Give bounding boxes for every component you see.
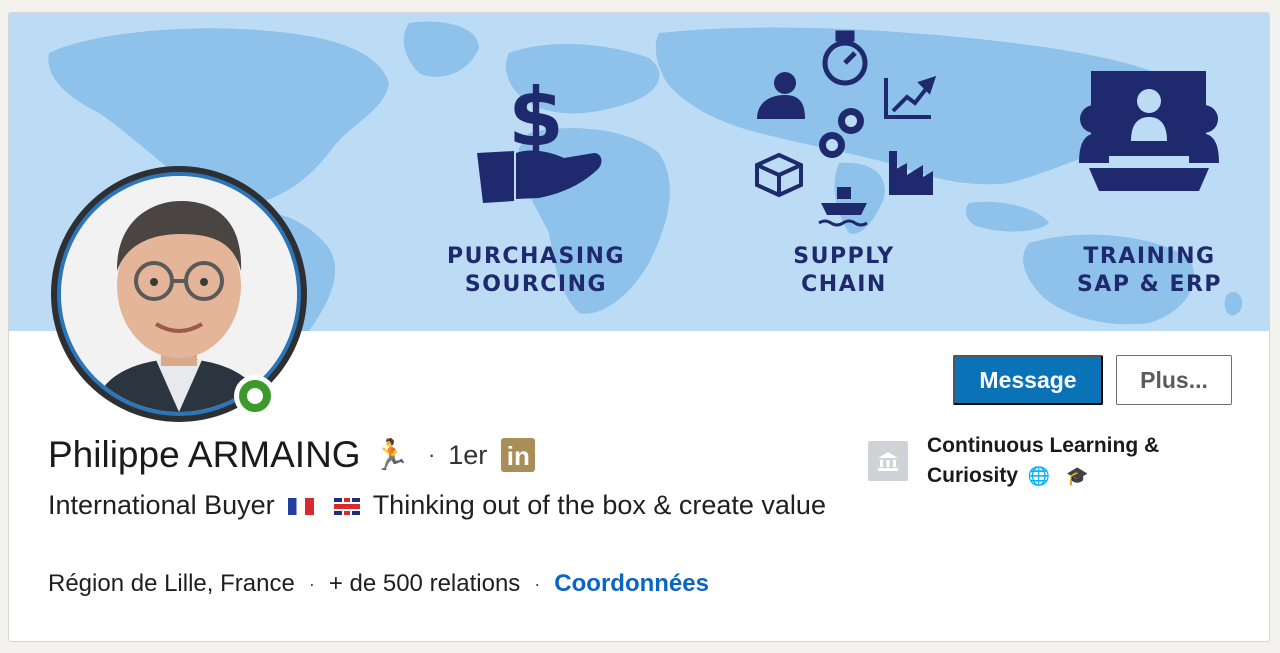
separator-dot: · <box>308 573 315 594</box>
headline-part2: Thinking out of the box & create value <box>372 490 826 520</box>
contact-info-link[interactable]: Coordonnées <box>554 570 709 598</box>
banner-label-line: PURCHASING <box>446 244 625 269</box>
banner-label-supply-chain: SUPPLY CHAIN <box>769 243 919 299</box>
connection-degree: 1er <box>448 439 488 470</box>
message-button[interactable]: Message <box>953 355 1103 405</box>
svg-text:$: $ <box>508 71 564 164</box>
runner-emoji-icon: 🏃 <box>372 438 410 472</box>
globe-icon: 🌐 <box>1027 466 1051 486</box>
banner-label-line: SOURCING <box>464 272 608 297</box>
connections-count[interactable]: + de 500 relations <box>329 570 520 598</box>
meeting-training-icon <box>1079 71 1219 191</box>
banner-label-line: CHAIN <box>801 272 887 297</box>
headline-part1: International Buyer <box>48 490 275 520</box>
separator-dot: · <box>534 573 541 594</box>
profile-name-row: Philippe ARMAING 🏃 · 1er in <box>48 434 536 476</box>
profile-meta-row: Région de Lille, France · + de 500 relat… <box>48 570 709 598</box>
banner-label-line: TRAINING <box>1083 244 1216 269</box>
profile-card: $ PURCHASING SOURCING SUPPLY CHAIN TRAIN… <box>8 12 1270 642</box>
france-flag-icon <box>288 498 315 516</box>
package-box-icon <box>755 152 803 198</box>
separator-dot: · <box>427 442 436 467</box>
more-actions-button[interactable]: Plus... <box>1116 355 1232 405</box>
profile-headline: International Buyer Thinking out of the … <box>48 487 838 524</box>
banner-label-training: TRAINING SAP & ERP <box>1067 243 1232 299</box>
school-building-icon[interactable] <box>868 441 908 481</box>
banner-label-line: SAP & ERP <box>1076 272 1223 297</box>
banner-label-line: SUPPLY <box>793 244 895 269</box>
banner-label-purchasing: PURCHASING SOURCING <box>441 243 631 299</box>
uk-flag-icon <box>333 498 360 516</box>
profile-location: Région de Lille, France <box>48 570 295 597</box>
graduation-cap-icon: 🎓 <box>1066 466 1089 486</box>
linkedin-premium-badge-icon: in <box>501 438 536 472</box>
profile-name: Philippe ARMAING <box>48 434 361 475</box>
online-status-indicator <box>234 375 276 417</box>
education-entry[interactable]: Continuous Learning & Curiosity 🌐 🎓 <box>927 431 1207 491</box>
